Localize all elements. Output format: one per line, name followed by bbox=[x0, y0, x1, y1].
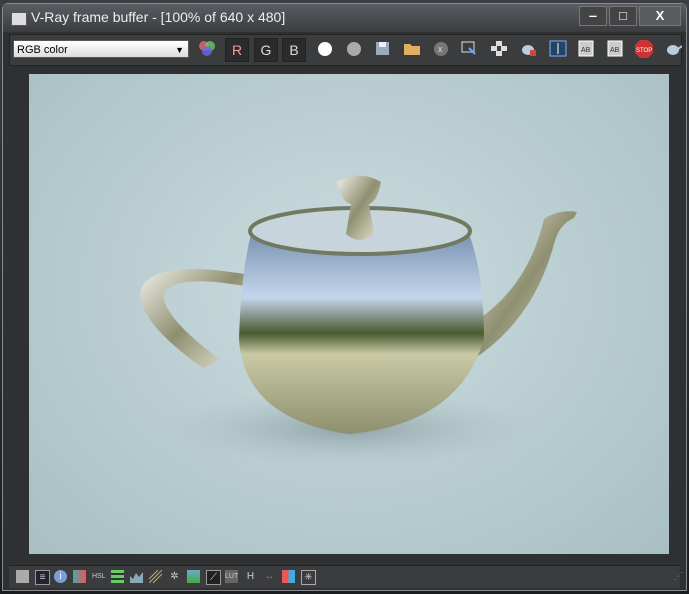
svg-text:AB: AB bbox=[581, 47, 591, 54]
svg-text:STOP: STOP bbox=[636, 48, 652, 54]
pixel-aspect-icon[interactable]: ✳ bbox=[301, 570, 316, 585]
channel-select[interactable]: RGB color ▼ bbox=[13, 40, 189, 58]
red-channel-button[interactable]: R bbox=[225, 38, 249, 62]
window-title: V-Ray frame buffer - [100% of 640 x 480] bbox=[31, 9, 286, 25]
corrections-icon[interactable]: ≡ bbox=[35, 570, 50, 585]
teapot-render bbox=[140, 175, 577, 469]
hue-icon[interactable]: H bbox=[244, 570, 257, 583]
white-circle-icon[interactable] bbox=[314, 39, 336, 61]
history-window-icon[interactable] bbox=[16, 570, 29, 583]
svg-text:x: x bbox=[438, 44, 443, 54]
gray-circle-icon[interactable] bbox=[343, 39, 365, 61]
ocio-icon[interactable] bbox=[282, 570, 295, 583]
open-folder-icon[interactable] bbox=[401, 39, 423, 61]
green-channel-button[interactable]: G bbox=[254, 38, 278, 62]
ab-vertical-icon[interactable]: AB bbox=[604, 39, 626, 61]
save-icon[interactable] bbox=[372, 39, 394, 61]
histogram-icon[interactable] bbox=[130, 570, 143, 583]
clear-icon[interactable]: x bbox=[430, 39, 452, 61]
bottom-toolbar: ≡ i HSL ✲ ⟋ LUT H ↔ ✳ ⋰ bbox=[9, 565, 684, 588]
vray-frame-buffer-window: V-Ray frame buffer - [100% of 640 x 480]… bbox=[2, 3, 687, 591]
teapot-render-icon[interactable] bbox=[517, 39, 539, 61]
maximize-button[interactable]: □ bbox=[609, 6, 637, 26]
stereo-icon[interactable]: ↔ bbox=[263, 570, 276, 583]
color-balance-icon[interactable] bbox=[73, 570, 86, 583]
ab-compare-icon[interactable] bbox=[547, 39, 569, 61]
minimize-button[interactable]: ‒ bbox=[579, 6, 607, 26]
levels-icon[interactable] bbox=[111, 570, 124, 583]
color-wheel-icon[interactable] bbox=[196, 39, 218, 61]
svg-text:AB: AB bbox=[610, 47, 620, 54]
chevron-down-icon: ▼ bbox=[175, 45, 184, 55]
background-image-icon[interactable] bbox=[187, 570, 200, 583]
hsl-icon[interactable]: HSL bbox=[92, 570, 106, 583]
region-render-icon[interactable] bbox=[458, 39, 480, 61]
toolbar: RGB color ▼ R G B x AB AB STOP bbox=[9, 34, 684, 66]
resize-grip-icon[interactable]: ⋰ bbox=[672, 570, 685, 583]
ab-horizontal-icon[interactable]: AB bbox=[575, 39, 597, 61]
exposure-icon[interactable]: ✲ bbox=[168, 570, 181, 583]
curves-icon[interactable] bbox=[148, 569, 163, 584]
blue-channel-button[interactable]: B bbox=[282, 38, 306, 62]
close-button[interactable]: X bbox=[639, 6, 681, 26]
channel-select-value: RGB color bbox=[17, 44, 68, 56]
srgb-icon[interactable]: ⟋ bbox=[206, 570, 221, 585]
lut-icon[interactable]: LUT bbox=[225, 570, 238, 583]
info-icon[interactable]: i bbox=[54, 570, 67, 583]
track-mouse-icon[interactable] bbox=[488, 39, 510, 61]
title-bar[interactable]: V-Ray frame buffer - [100% of 640 x 480]… bbox=[3, 4, 686, 32]
render-image bbox=[29, 74, 669, 554]
render-teapot-icon[interactable] bbox=[662, 39, 684, 61]
stop-icon[interactable]: STOP bbox=[633, 39, 655, 61]
app-icon bbox=[11, 12, 27, 26]
